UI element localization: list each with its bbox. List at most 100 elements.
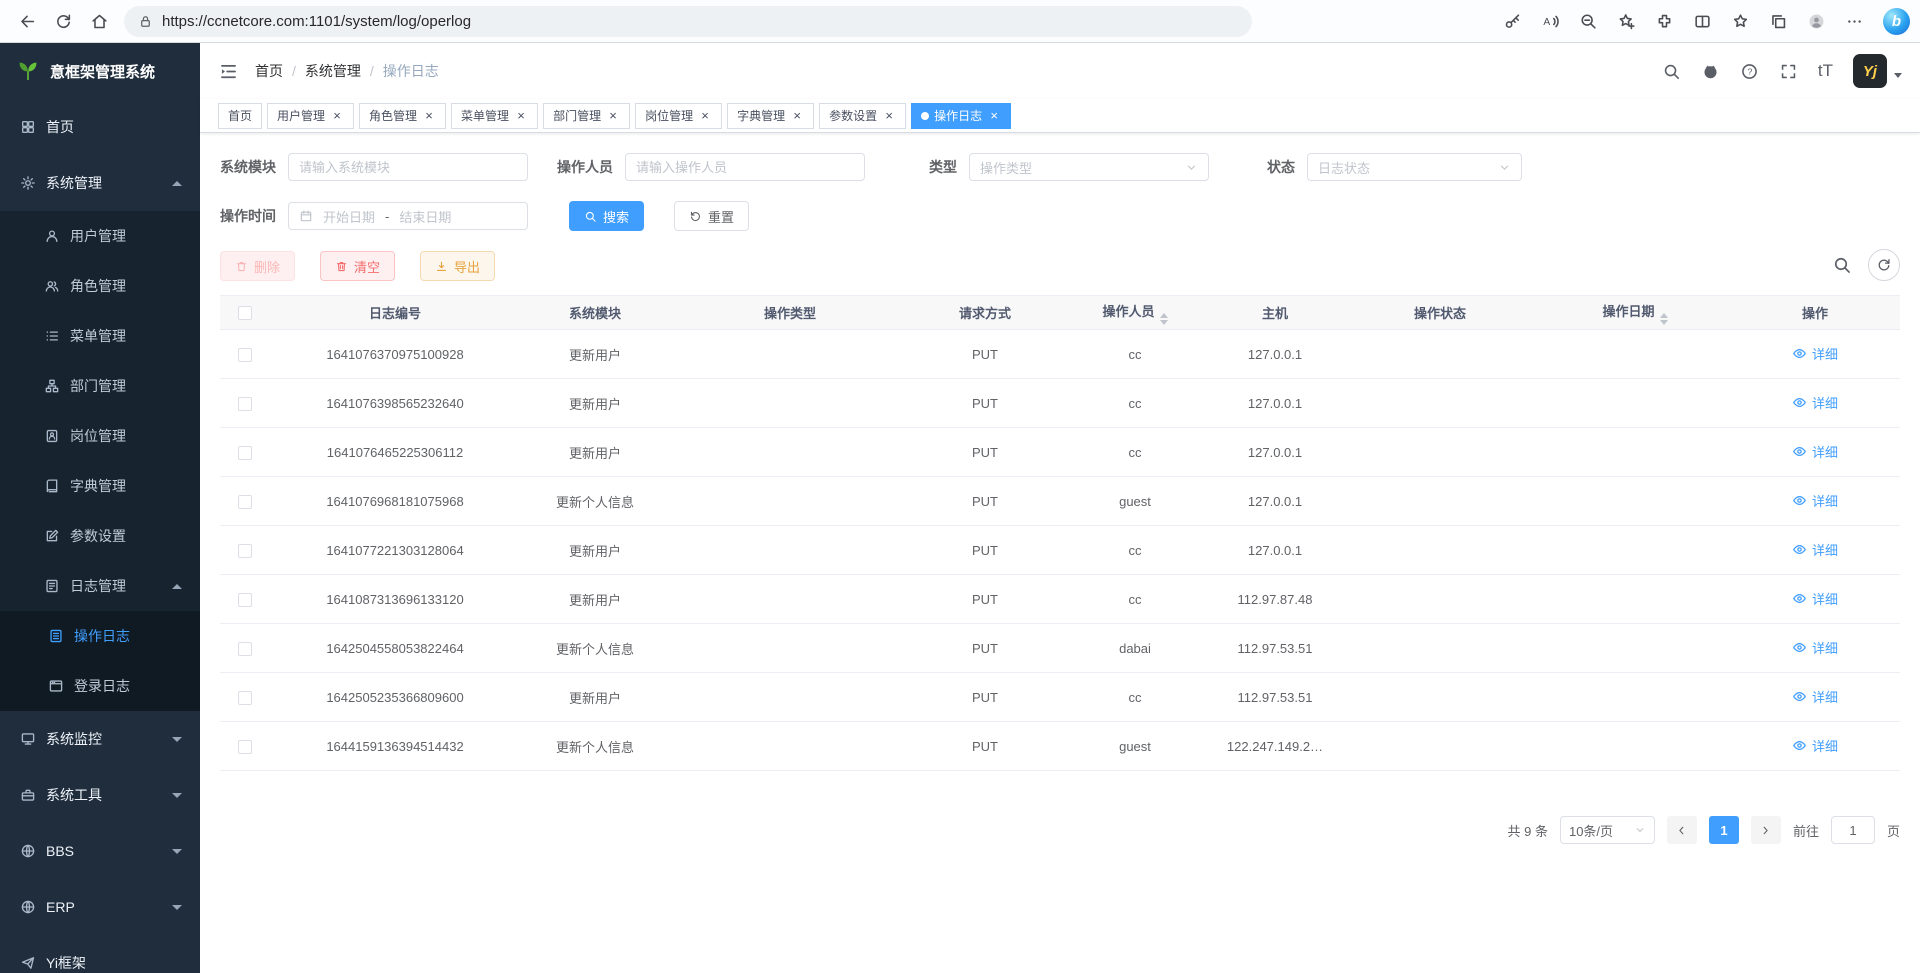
read-aloud-icon[interactable]: A — [1535, 6, 1566, 37]
sidebar-item-param-settings[interactable]: 参数设置 — [0, 511, 200, 561]
type-select[interactable]: 操作类型 — [969, 153, 1209, 181]
operator-input[interactable] — [625, 153, 865, 181]
tab-dict-mgmt[interactable]: 字典管理× — [727, 103, 814, 129]
detail-link[interactable]: 详细 — [1792, 491, 1838, 510]
module-input[interactable] — [288, 153, 528, 181]
close-icon[interactable]: × — [987, 109, 1001, 123]
close-icon[interactable]: × — [698, 109, 712, 123]
address-bar[interactable]: https://ccnetcore.com:1101/system/log/op… — [124, 6, 1252, 37]
reset-button[interactable]: 重置 — [674, 201, 749, 231]
detail-link[interactable]: 详细 — [1792, 540, 1838, 559]
favorites-bar-icon[interactable] — [1725, 6, 1756, 37]
row-checkbox[interactable] — [238, 495, 252, 509]
password-key-icon[interactable] — [1497, 6, 1528, 37]
breadcrumb-home[interactable]: 首页 — [255, 61, 283, 81]
sidebar-item-user-mgmt[interactable]: 用户管理 — [0, 211, 200, 261]
sidebar-item-dict-mgmt[interactable]: 字典管理 — [0, 461, 200, 511]
sidebar-item-login-log[interactable]: 登录日志 — [0, 661, 200, 711]
status-select[interactable]: 日志状态 — [1307, 153, 1522, 181]
export-button[interactable]: 导出 — [420, 251, 495, 281]
sidebar-item-menu-mgmt[interactable]: 菜单管理 — [0, 311, 200, 361]
row-checkbox[interactable] — [238, 691, 252, 705]
detail-link[interactable]: 详细 — [1792, 736, 1838, 755]
sidebar-item-system-monitor[interactable]: 系统监控 — [0, 711, 200, 767]
next-page-button[interactable] — [1751, 816, 1781, 844]
row-checkbox[interactable] — [238, 642, 252, 656]
sidebar-item-erp[interactable]: ERP — [0, 879, 200, 935]
zoom-out-icon[interactable] — [1573, 6, 1604, 37]
sort-carets[interactable] — [1160, 313, 1168, 325]
close-icon[interactable]: × — [790, 109, 804, 123]
sidebar-item-yi-framework[interactable]: Yi框架 — [0, 935, 200, 973]
row-checkbox[interactable] — [238, 397, 252, 411]
font-size-icon[interactable]: tT — [1818, 61, 1833, 81]
extensions-icon[interactable] — [1649, 6, 1680, 37]
fullscreen-icon[interactable] — [1779, 62, 1798, 81]
col-operator[interactable]: 操作人员 — [1060, 296, 1210, 330]
tab-param-settings[interactable]: 参数设置× — [819, 103, 906, 129]
row-checkbox[interactable] — [238, 740, 252, 754]
close-icon[interactable]: × — [330, 109, 344, 123]
page-size-select[interactable]: 10条/页 — [1560, 816, 1655, 844]
clear-button[interactable]: 清空 — [320, 251, 395, 281]
split-screen-icon[interactable] — [1687, 6, 1718, 37]
collections-icon[interactable] — [1763, 6, 1794, 37]
search-icon[interactable] — [1662, 62, 1681, 81]
tab-role-mgmt[interactable]: 角色管理× — [359, 103, 446, 129]
tab-dept-mgmt[interactable]: 部门管理× — [543, 103, 630, 129]
close-icon[interactable]: × — [422, 109, 436, 123]
close-icon[interactable]: × — [606, 109, 620, 123]
sidebar-item-system-mgmt[interactable]: 系统管理 — [0, 155, 200, 211]
goto-page-input[interactable] — [1831, 816, 1875, 844]
breadcrumb-system-mgmt[interactable]: 系统管理 — [305, 61, 361, 81]
delete-button[interactable]: 删除 — [220, 251, 295, 281]
close-icon[interactable]: × — [882, 109, 896, 123]
github-icon[interactable] — [1701, 62, 1720, 81]
user-menu[interactable]: Yj — [1853, 54, 1902, 88]
select-all-checkbox[interactable] — [238, 306, 252, 320]
sidebar-item-system-tools[interactable]: 系统工具 — [0, 767, 200, 823]
row-checkbox[interactable] — [238, 544, 252, 558]
close-icon[interactable]: × — [514, 109, 528, 123]
tab-home[interactable]: 首页 — [218, 103, 262, 129]
tab-user-mgmt[interactable]: 用户管理× — [267, 103, 354, 129]
row-checkbox[interactable] — [238, 348, 252, 362]
prev-page-button[interactable] — [1667, 816, 1697, 844]
row-checkbox[interactable] — [238, 446, 252, 460]
help-icon[interactable]: ? — [1740, 62, 1759, 81]
browser-refresh-button[interactable] — [46, 4, 80, 38]
col-date[interactable]: 操作日期 — [1540, 296, 1730, 330]
tab-oper-log[interactable]: 操作日志× — [911, 103, 1011, 129]
copilot-icon[interactable]: b — [1883, 8, 1910, 35]
tab-post-mgmt[interactable]: 岗位管理× — [635, 103, 722, 129]
detail-link[interactable]: 详细 — [1792, 687, 1838, 706]
detail-link[interactable]: 详细 — [1792, 344, 1838, 363]
detail-link[interactable]: 详细 — [1792, 393, 1838, 412]
avatar[interactable]: Yj — [1853, 54, 1887, 88]
detail-link[interactable]: 详细 — [1792, 589, 1838, 608]
sidebar-item-dept-mgmt[interactable]: 部门管理 — [0, 361, 200, 411]
sidebar-item-post-mgmt[interactable]: 岗位管理 — [0, 411, 200, 461]
sidebar-item-log-mgmt[interactable]: 日志管理 — [0, 561, 200, 611]
sort-carets[interactable] — [1660, 313, 1668, 325]
page-number-1[interactable]: 1 — [1709, 816, 1739, 844]
sidebar-item-oper-log[interactable]: 操作日志 — [0, 611, 200, 661]
cell-log-id: 1641076968181075968 — [270, 477, 520, 526]
date-range-picker[interactable]: 开始日期 - 结束日期 — [288, 202, 528, 230]
tab-menu-mgmt[interactable]: 菜单管理× — [451, 103, 538, 129]
search-button[interactable]: 搜索 — [569, 201, 644, 231]
hamburger-icon[interactable] — [218, 61, 239, 82]
add-favorite-icon[interactable] — [1611, 6, 1642, 37]
browser-more-icon[interactable] — [1839, 6, 1870, 37]
sidebar-item-bbs[interactable]: BBS — [0, 823, 200, 879]
detail-link[interactable]: 详细 — [1792, 442, 1838, 461]
row-checkbox[interactable] — [238, 593, 252, 607]
browser-back-button[interactable] — [10, 4, 44, 38]
profile-avatar[interactable] — [1801, 6, 1832, 37]
sidebar-item-role-mgmt[interactable]: 角色管理 — [0, 261, 200, 311]
detail-link[interactable]: 详细 — [1792, 638, 1838, 657]
toggle-search-icon[interactable] — [1832, 255, 1852, 275]
sidebar-item-home[interactable]: 首页 — [0, 99, 200, 155]
refresh-table-button[interactable] — [1868, 249, 1900, 281]
browser-home-button[interactable] — [82, 4, 116, 38]
